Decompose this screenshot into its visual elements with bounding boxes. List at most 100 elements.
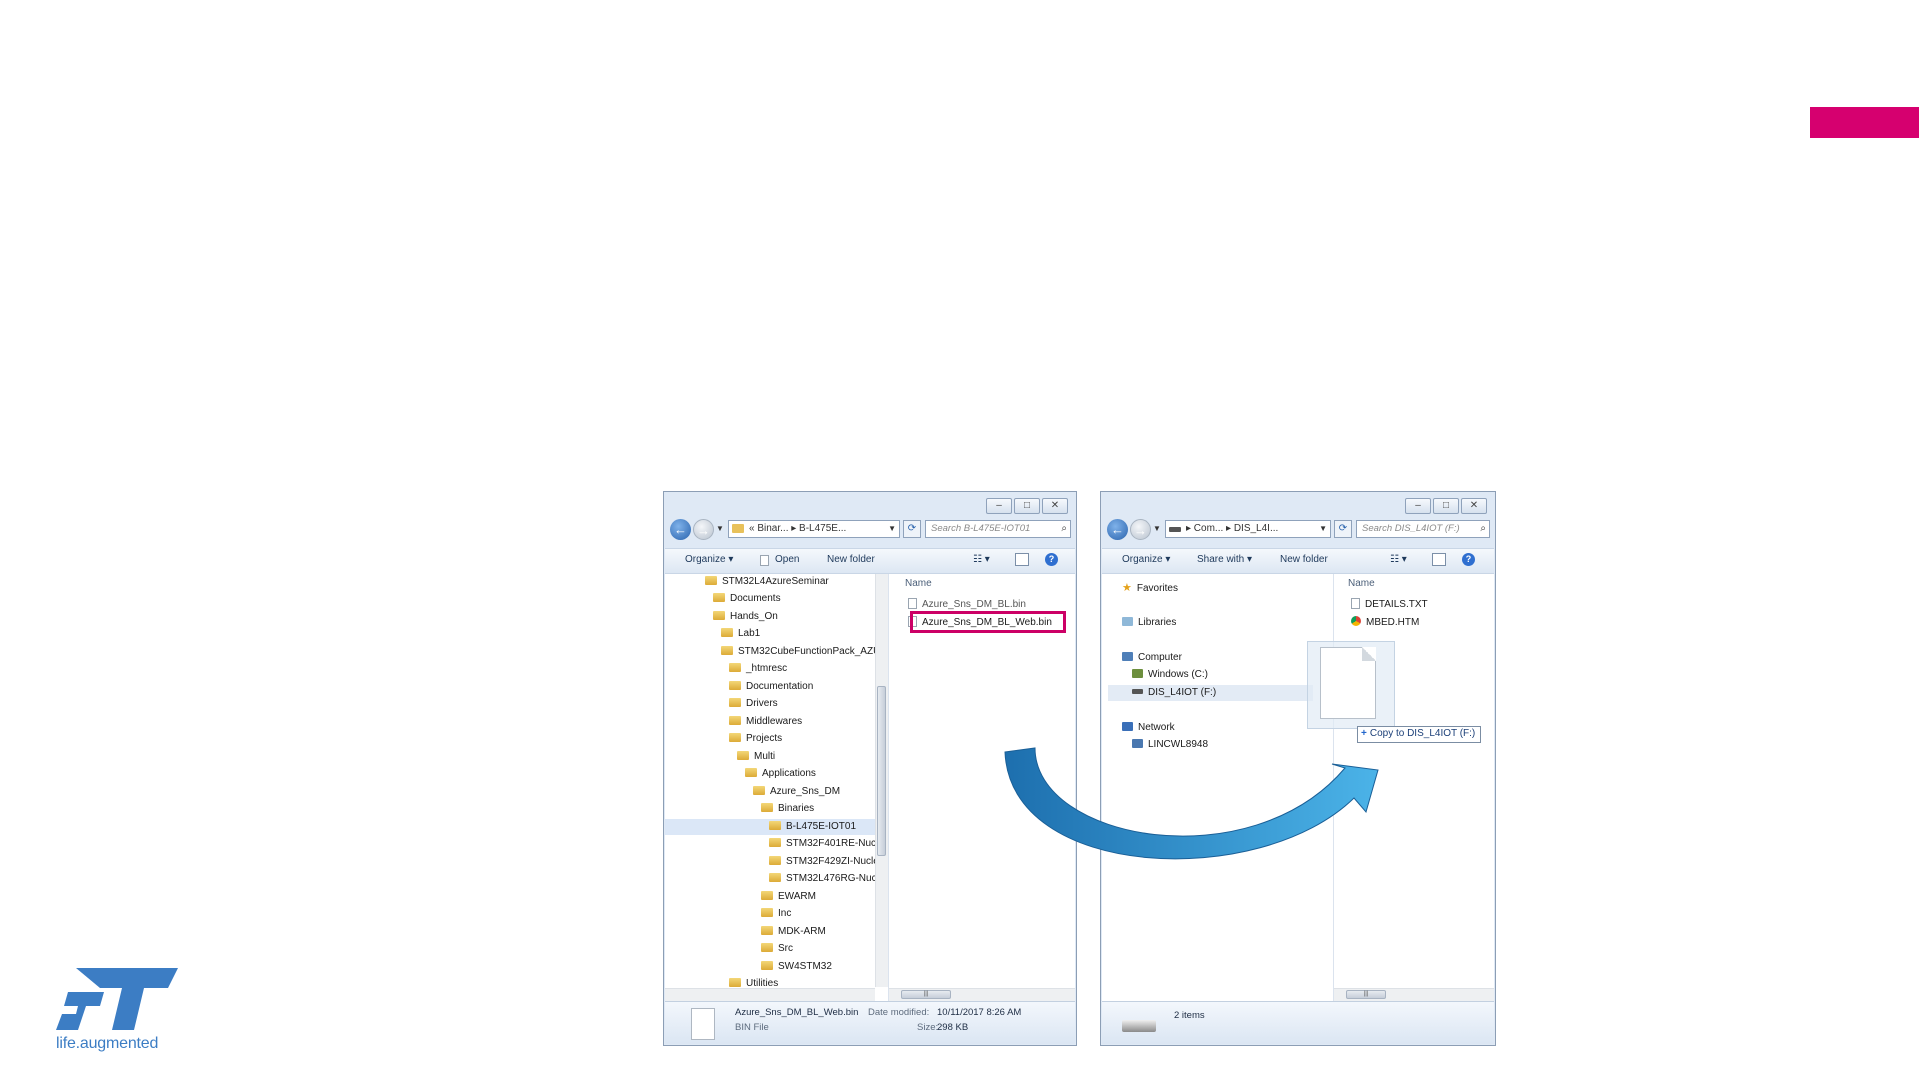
- file-name: Azure_Sns_DM_BL.bin: [922, 599, 1026, 610]
- tree-item[interactable]: STM32F429ZI-Nucleo: [769, 854, 884, 870]
- tree-item[interactable]: Azure_Sns_DM: [753, 784, 840, 800]
- tree-item[interactable]: MDK-ARM: [761, 924, 826, 940]
- new-folder-button[interactable]: New folder: [827, 554, 875, 565]
- tree-item[interactable]: STM32CubeFunctionPack_AZURE: [721, 644, 885, 660]
- tree-item-label: Projects: [746, 733, 783, 744]
- refresh-icon[interactable]: ⟳: [1334, 520, 1352, 538]
- scrollbar-thumb[interactable]: |||: [901, 990, 951, 999]
- search-input[interactable]: Search B-L475E-IOT01 ⌕: [925, 520, 1071, 538]
- tree-item[interactable]: Src: [761, 941, 793, 957]
- tree-item-label: Lab1: [738, 628, 761, 639]
- tree-item[interactable]: Inc: [761, 906, 791, 922]
- scrollbar-thumb[interactable]: |||: [1346, 990, 1386, 999]
- tree-item-label: MDK-ARM: [778, 926, 826, 937]
- tree-item[interactable]: Hands_On: [713, 609, 778, 625]
- tree-item-selected[interactable]: B-L475E-IOT01: [665, 819, 875, 835]
- folder-icon: [729, 978, 741, 987]
- tree-item-label: Azure_Sns_DM: [770, 786, 841, 797]
- tree-item[interactable]: Drivers: [729, 696, 778, 712]
- nav-libraries[interactable]: Libraries: [1122, 615, 1176, 631]
- preview-pane-icon[interactable]: [1015, 553, 1029, 566]
- tree-item[interactable]: Projects: [729, 731, 782, 747]
- refresh-icon[interactable]: ⟳: [903, 520, 921, 538]
- file-thumbnail-icon: [691, 1008, 715, 1040]
- help-icon[interactable]: ?: [1462, 553, 1475, 566]
- pane-divider[interactable]: [1333, 574, 1334, 1001]
- address-bar[interactable]: « Binar... ▸ B-L475E... ▼: [728, 520, 900, 538]
- tree-item[interactable]: Multi: [737, 749, 775, 765]
- nav-drive-c[interactable]: Windows (C:): [1132, 667, 1208, 683]
- tree-item-label: EWARM: [778, 891, 816, 902]
- nav-favorites[interactable]: ★ Favorites: [1122, 580, 1178, 596]
- tree-item[interactable]: STM32L476RG-Nucleo: [769, 871, 885, 887]
- tree-item[interactable]: Documents: [713, 591, 781, 607]
- tree-item[interactable]: Binaries: [761, 801, 814, 817]
- details-date-value: 10/11/2017 8:26 AM: [937, 1007, 1022, 1018]
- search-icon[interactable]: ⌕: [1480, 521, 1486, 537]
- views-icon[interactable]: ☷ ▾: [1390, 554, 1407, 565]
- tree-item-label: SW4STM32: [778, 961, 832, 972]
- organize-button[interactable]: Organize ▾: [685, 554, 733, 565]
- nav-drive-f[interactable]: DIS_L4IOT (F:): [1108, 685, 1313, 701]
- tree-item[interactable]: SW4STM32: [761, 959, 832, 975]
- file-item[interactable]: DETAILS.TXT: [1351, 597, 1428, 613]
- close-icon[interactable]: ✕: [1042, 498, 1068, 514]
- search-icon[interactable]: ⌕: [1061, 521, 1067, 537]
- organize-button[interactable]: Organize ▾: [1122, 554, 1170, 565]
- share-with-button[interactable]: Share with ▾: [1197, 554, 1252, 565]
- new-folder-button[interactable]: New folder: [1280, 554, 1328, 565]
- forward-arrow-icon[interactable]: →: [693, 519, 714, 540]
- files-horizontal-scrollbar[interactable]: |||: [1334, 988, 1494, 1001]
- file-item[interactable]: MBED.HTM: [1351, 615, 1419, 631]
- close-icon[interactable]: ✕: [1461, 498, 1487, 514]
- maximize-icon[interactable]: □: [1433, 498, 1459, 514]
- files-horizontal-scrollbar[interactable]: |||: [889, 988, 1075, 1001]
- folder-icon: [769, 821, 781, 830]
- recent-pages-chevron-icon[interactable]: ▼: [716, 524, 724, 533]
- windows-drive-icon: [1132, 669, 1143, 678]
- tree-item[interactable]: EWARM: [761, 889, 816, 905]
- back-arrow-icon[interactable]: ←: [670, 519, 691, 540]
- folder-icon: [705, 576, 717, 585]
- tree-item[interactable]: Documentation: [729, 679, 813, 695]
- pane-divider[interactable]: [888, 574, 889, 1001]
- name-column-header[interactable]: Name: [1348, 578, 1375, 589]
- copy-tooltip: + Copy to DIS_L4IOT (F:): [1357, 726, 1482, 743]
- tree-item[interactable]: STM32F401RE-Nucleo: [769, 836, 885, 852]
- plus-icon: +: [1361, 728, 1367, 739]
- tree-item[interactable]: Middlewares: [729, 714, 802, 730]
- maximize-icon[interactable]: □: [1014, 498, 1040, 514]
- nav-computer[interactable]: Computer: [1122, 650, 1182, 666]
- search-input[interactable]: Search DIS_L4IOT (F:) ⌕: [1356, 520, 1490, 538]
- forward-arrow-icon[interactable]: →: [1130, 519, 1151, 540]
- nav-network-pc[interactable]: LINCWL8948: [1132, 737, 1208, 753]
- tree-item[interactable]: Lab1: [721, 626, 760, 642]
- tree-item-label: Src: [778, 943, 793, 954]
- caption-buttons: – □ ✕: [986, 498, 1068, 514]
- name-column-header[interactable]: Name: [905, 578, 932, 589]
- tree-horizontal-scrollbar[interactable]: [665, 988, 875, 1001]
- address-bar[interactable]: ▸ Com... ▸ DIS_L4I... ▼: [1165, 520, 1331, 538]
- address-dropdown-icon[interactable]: ▼: [888, 521, 896, 537]
- tree-item[interactable]: Applications: [745, 766, 816, 782]
- minimize-icon[interactable]: –: [986, 498, 1012, 514]
- tree-item-label: Multi: [754, 751, 776, 762]
- folder-icon: [761, 961, 773, 970]
- tree-item[interactable]: STM32L4AzureSeminar: [705, 574, 829, 590]
- back-arrow-icon[interactable]: ←: [1107, 519, 1128, 540]
- folder-icon: [753, 786, 765, 795]
- nav-label: Network: [1138, 722, 1175, 733]
- tree-vertical-scrollbar[interactable]: [875, 574, 888, 987]
- scrollbar-thumb[interactable]: [877, 686, 886, 856]
- nav-network[interactable]: Network: [1122, 720, 1175, 736]
- minimize-icon[interactable]: –: [1405, 498, 1431, 514]
- target-explorer-window: – □ ✕ ← → ▼ ▸ Com... ▸ DIS_L4I... ▼ ⟳ Se…: [1100, 491, 1496, 1046]
- open-button[interactable]: Open: [775, 554, 799, 565]
- views-icon[interactable]: ☷ ▾: [973, 554, 990, 565]
- address-dropdown-icon[interactable]: ▼: [1319, 521, 1327, 537]
- tree-item-label: Inc: [778, 908, 792, 919]
- tree-item[interactable]: _htmresc: [729, 661, 787, 677]
- preview-pane-icon[interactable]: [1432, 553, 1446, 566]
- recent-pages-chevron-icon[interactable]: ▼: [1153, 524, 1161, 533]
- help-icon[interactable]: ?: [1045, 553, 1058, 566]
